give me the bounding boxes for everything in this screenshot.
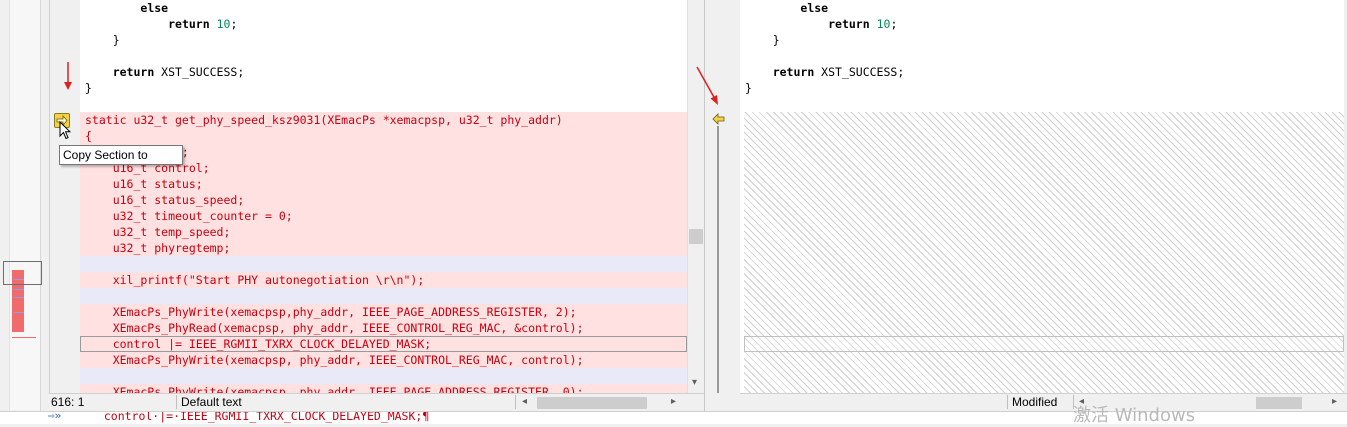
code-line[interactable]: } xyxy=(740,80,1344,96)
code-line-text: XEmacPs_PhyWrite(xemacpsp,phy_addr, IEEE… xyxy=(85,305,577,319)
red-arrow-icon xyxy=(64,62,72,90)
code-line[interactable]: return 10; xyxy=(740,16,1344,32)
code-line[interactable] xyxy=(740,48,1344,64)
code-line[interactable]: u32_t temp_speed; xyxy=(80,224,687,240)
code-line-text: XEmacPs_PhyWrite(xemacpsp, phy_addr, IEE… xyxy=(85,385,584,393)
left-code-editor[interactable]: else return 10; } return XST_SUCCESS;} st… xyxy=(80,0,687,393)
overview-blank-marker xyxy=(14,297,24,298)
code-line-text: XEmacPs_PhyRead(xemacpsp, phy_addr, IEEE… xyxy=(85,321,584,335)
code-line-text: xil_printf("Start PHY autonegotiation \r… xyxy=(85,273,425,287)
code-line-text: { xyxy=(85,129,92,143)
code-line[interactable]: control |= IEEE_RGMII_TXRX_CLOCK_DELAYED… xyxy=(80,336,687,352)
encoding-label: Default text xyxy=(181,395,242,409)
code-line[interactable] xyxy=(80,256,687,272)
code-line-text: return XST_SUCCESS; xyxy=(112,65,245,79)
code-line-text: control |= IEEE_RGMII_TXRX_CLOCK_DELAYED… xyxy=(85,337,432,351)
overview-diff-marker xyxy=(12,337,36,338)
right-hscroll-thumb[interactable] xyxy=(1256,397,1302,409)
code-line-text: else xyxy=(800,1,829,15)
copy-section-tooltip: Copy Section to xyxy=(59,145,183,165)
overview-blank-marker xyxy=(14,312,24,313)
overview-map[interactable] xyxy=(0,0,42,423)
code-line-text: else xyxy=(140,1,169,15)
code-line[interactable]: XEmacPs_PhyWrite(xemacpsp,phy_addr, IEEE… xyxy=(80,304,687,320)
code-line[interactable] xyxy=(80,96,687,112)
scroll-right-icon[interactable]: ▸ xyxy=(1332,395,1337,409)
code-line[interactable]: return XST_SUCCESS; xyxy=(80,64,687,80)
code-line[interactable]: return 10; xyxy=(80,16,687,32)
code-line[interactable]: { xyxy=(80,128,687,144)
activation-watermark: 激活 Windows xyxy=(1073,405,1196,426)
left-gutter xyxy=(49,0,80,393)
scroll-right-icon[interactable]: ▸ xyxy=(671,395,676,409)
code-line[interactable]: else xyxy=(740,0,1344,16)
code-line-text: u32_t temp_speed; xyxy=(85,225,231,239)
status-divider xyxy=(1007,395,1008,409)
code-line[interactable]: } xyxy=(740,32,1344,48)
code-line-text: return XST_SUCCESS; xyxy=(772,65,905,79)
cursor-position: 616: 1 xyxy=(51,395,85,409)
status-divider xyxy=(515,395,516,409)
current-line-placeholder xyxy=(744,336,1344,352)
code-line[interactable]: XEmacPs_PhyWrite(xemacpsp, phy_addr, IEE… xyxy=(80,384,687,393)
code-line[interactable]: u16_t status; xyxy=(80,176,687,192)
code-line[interactable]: u32_t phyregtemp; xyxy=(80,240,687,256)
code-line[interactable] xyxy=(80,368,687,384)
code-line-text: u16_t status; xyxy=(85,177,203,191)
code-line-text: XEmacPs_PhyWrite(xemacpsp, phy_addr, IEE… xyxy=(85,353,584,367)
code-line-text: } xyxy=(745,81,752,95)
code-line-text: } xyxy=(85,81,92,95)
code-line[interactable]: XEmacPs_PhyRead(xemacpsp, phy_addr, IEEE… xyxy=(80,320,687,336)
code-line-text: return 10; xyxy=(828,17,898,31)
left-horizontal-scrollbar[interactable]: ◂ ▸ xyxy=(519,395,684,409)
red-arrow-icon xyxy=(696,66,718,105)
scroll-down-icon[interactable]: ▾ xyxy=(692,376,697,390)
code-line[interactable]: } xyxy=(80,80,687,96)
code-line-text: } xyxy=(85,33,120,47)
overview-blank-marker xyxy=(14,289,24,290)
modified-status: Modified xyxy=(1012,395,1058,409)
arrow-left-icon xyxy=(712,113,725,125)
left-vertical-scrollbar[interactable]: ▾ xyxy=(687,0,705,393)
code-line[interactable]: static u32_t get_phy_speed_ksz9031(XEmac… xyxy=(80,112,687,128)
diff-connector xyxy=(704,0,742,411)
code-line[interactable]: u32_t timeout_counter = 0; xyxy=(80,208,687,224)
scroll-left-icon[interactable]: ◂ xyxy=(522,395,527,409)
code-line-text: u32_t phyregtemp; xyxy=(85,241,231,255)
code-line[interactable]: else xyxy=(80,0,687,16)
code-line-text: return 10; xyxy=(168,17,238,31)
diff-connector-line xyxy=(717,126,719,393)
insert-point-marker[interactable] xyxy=(712,113,726,125)
code-line[interactable] xyxy=(80,48,687,64)
right-status-bar: Modified ◂ ▸ xyxy=(740,393,1347,412)
code-line[interactable]: } xyxy=(80,32,687,48)
code-line-text: u16_t status_speed; xyxy=(85,193,245,207)
overview-track xyxy=(9,0,40,410)
code-line-text: static u32_t get_phy_speed_ksz9031(XEmac… xyxy=(85,113,563,127)
code-line[interactable]: return XST_SUCCESS; xyxy=(740,64,1344,80)
left-hscroll-thumb[interactable] xyxy=(537,397,647,409)
code-line[interactable] xyxy=(80,288,687,304)
code-line[interactable]: XEmacPs_PhyWrite(xemacpsp, phy_addr, IEE… xyxy=(80,352,687,368)
line-detail-text: control·|=·IEEE_RGMII_TXRX_CLOCK_DELAYED… xyxy=(90,411,430,423)
code-line-text: } xyxy=(745,33,780,47)
overview-viewport[interactable] xyxy=(3,261,42,285)
mouse-cursor-icon xyxy=(59,121,71,140)
code-line-text: u32_t timeout_counter = 0; xyxy=(85,209,293,223)
code-line[interactable]: u16_t status_speed; xyxy=(80,192,687,208)
left-status-bar: 616: 1 Default text ◂ ▸ xyxy=(49,393,704,412)
status-divider xyxy=(176,395,177,409)
code-line[interactable]: xil_printf("Start PHY autonegotiation \r… xyxy=(80,272,687,288)
left-vscroll-thumb[interactable] xyxy=(689,229,703,244)
right-code-editor[interactable]: else return 10; } return XST_SUCCESS;} xyxy=(740,0,1344,393)
line-detail-marker: ⇨» xyxy=(48,411,62,422)
